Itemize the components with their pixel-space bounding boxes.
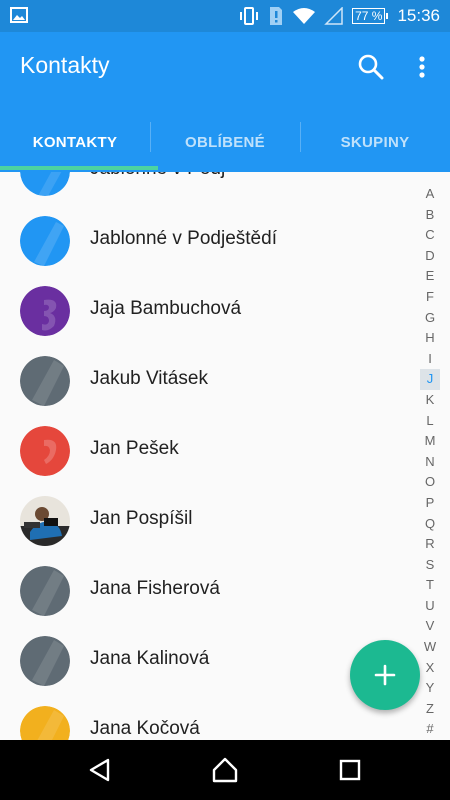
- contact-name: Jaja Bambuchová: [90, 298, 242, 319]
- battery-indicator: 77 %: [352, 8, 389, 24]
- index-letter[interactable]: C: [420, 225, 440, 246]
- contact-name: Jan Pospíšil: [90, 508, 193, 529]
- index-letter[interactable]: #: [420, 719, 440, 740]
- add-contact-button[interactable]: [350, 640, 420, 710]
- vibrate-icon: [240, 7, 259, 25]
- index-letter[interactable]: O: [420, 472, 440, 493]
- index-letter[interactable]: E: [420, 266, 440, 287]
- contact-row[interactable]: Jan Pospíšil: [0, 486, 410, 556]
- index-letter[interactable]: L: [420, 411, 440, 432]
- contact-avatar: [20, 636, 70, 686]
- index-letter[interactable]: A: [420, 184, 440, 205]
- index-letter[interactable]: K: [420, 390, 440, 411]
- index-letter[interactable]: X: [420, 658, 440, 679]
- contact-name: Jana Kalinová: [90, 648, 210, 669]
- index-letter[interactable]: I: [420, 349, 440, 370]
- index-letter[interactable]: T: [420, 575, 440, 596]
- index-letter[interactable]: Y: [420, 678, 440, 699]
- index-letter[interactable]: V: [420, 616, 440, 637]
- contact-avatar: [20, 706, 70, 740]
- index-letter[interactable]: S: [420, 555, 440, 576]
- index-letter[interactable]: R: [420, 534, 440, 555]
- alert-icon: [270, 7, 283, 25]
- index-letter[interactable]: Z: [420, 699, 440, 720]
- index-letter[interactable]: Q: [420, 514, 440, 535]
- contact-name: Jakub Vitásek: [90, 368, 208, 389]
- home-icon[interactable]: [211, 756, 239, 784]
- contact-name: Jana Kočová: [90, 718, 200, 739]
- contact-row[interactable]: Jablonné v Podještědí: [0, 206, 410, 276]
- recent-apps-icon[interactable]: [336, 756, 364, 784]
- contact-name: Jablonné v Podj: [90, 172, 225, 180]
- plus-icon: [374, 664, 396, 686]
- index-letter[interactable]: W: [420, 637, 440, 658]
- index-letter[interactable]: H: [420, 328, 440, 349]
- contact-row[interactable]: Jana Kalinová: [0, 626, 410, 696]
- wifi-icon: [293, 8, 316, 24]
- contact-photo: [20, 496, 70, 546]
- navigation-bar: [0, 740, 450, 800]
- index-letter[interactable]: F: [420, 287, 440, 308]
- contact-row[interactable]: Jana Fisherová: [0, 556, 410, 626]
- page-title: Kontakty: [20, 52, 110, 78]
- app-bar: Kontakty KONTAKTY OBLÍBENÉ SKUPINY: [0, 32, 450, 172]
- tab-contacts[interactable]: KONTAKTY: [0, 118, 150, 166]
- search-icon[interactable]: [356, 52, 386, 82]
- tab-favorites[interactable]: OBLÍBENÉ: [150, 118, 300, 166]
- contact-avatar: [20, 426, 70, 476]
- contact-avatar: [20, 356, 70, 406]
- index-letter[interactable]: U: [420, 596, 440, 617]
- contact-name: Jan Pešek: [90, 438, 179, 459]
- tab-indicator: [0, 166, 158, 170]
- index-letter[interactable]: N: [420, 452, 440, 473]
- index-letter[interactable]: B: [420, 205, 440, 226]
- contact-avatar: [20, 216, 70, 266]
- contact-name: Jablonné v Podještědí: [90, 228, 277, 249]
- back-icon[interactable]: [86, 756, 114, 784]
- index-letter[interactable]: G: [420, 308, 440, 329]
- contact-row[interactable]: Jaja Bambuchová: [0, 276, 410, 346]
- index-letter-active[interactable]: J: [420, 369, 440, 390]
- contact-row[interactable]: Jana Kočová: [0, 696, 410, 740]
- index-letter[interactable]: P: [420, 493, 440, 514]
- status-bar: 77 % 15:36: [0, 0, 450, 32]
- tab-bar: KONTAKTY OBLÍBENÉ SKUPINY: [0, 118, 450, 166]
- status-clock: 15:36: [397, 6, 440, 25]
- more-options-icon[interactable]: [410, 52, 434, 82]
- index-letter[interactable]: M: [420, 431, 440, 452]
- contact-avatar: [20, 172, 70, 196]
- contact-avatar: [20, 286, 70, 336]
- index-letter[interactable]: D: [420, 246, 440, 267]
- tab-groups[interactable]: SKUPINY: [300, 118, 450, 166]
- contact-row[interactable]: Jan Pešek: [0, 416, 410, 486]
- alphabet-index[interactable]: A B C D E F G H I J K L M N O P Q R S T …: [420, 184, 440, 740]
- signal-icon: [324, 7, 343, 25]
- contact-row[interactable]: Jablonné v Podj: [0, 172, 410, 206]
- contact-row[interactable]: Jakub Vitásek: [0, 346, 410, 416]
- contact-avatar: [20, 566, 70, 616]
- image-notification-icon: [10, 7, 28, 23]
- contact-name: Jana Fisherová: [90, 578, 220, 599]
